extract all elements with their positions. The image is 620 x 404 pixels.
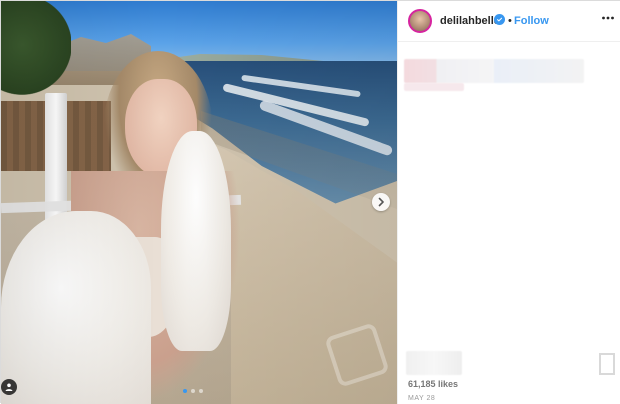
more-options-button[interactable]	[600, 10, 616, 26]
verified-badge	[494, 14, 505, 25]
save-button[interactable]	[599, 353, 615, 375]
blurred-caption	[404, 83, 464, 91]
follow-button[interactable]: Follow	[514, 15, 549, 27]
separator-bullet: •	[508, 15, 512, 27]
blurred-action-icons	[406, 351, 462, 375]
user-tag-button[interactable]	[1, 379, 17, 395]
post-modal: delilahbelle • Follow 61,185 likes MAY 2…	[0, 0, 620, 404]
post-header: delilahbelle • Follow	[398, 1, 620, 42]
carousel-dot	[199, 389, 203, 393]
post-photo	[1, 1, 397, 404]
username-link[interactable]: delilahbelle	[440, 15, 500, 27]
next-photo-button[interactable]	[372, 193, 390, 211]
avatar[interactable]	[408, 9, 432, 33]
likes-count[interactable]: 61,185 likes	[408, 379, 458, 389]
carousel-dot	[191, 389, 195, 393]
chevron-right-icon	[378, 197, 384, 207]
blurred-caption	[404, 59, 584, 83]
carousel-dot	[183, 389, 187, 393]
user-tag-icon	[5, 383, 13, 391]
post-date: MAY 28	[408, 395, 436, 402]
carousel-indicator	[183, 389, 203, 393]
post-sidebar: delilahbelle • Follow 61,185 likes MAY 2…	[397, 1, 620, 404]
verified-badge-icon	[497, 17, 503, 22]
more-options-icon	[602, 16, 614, 20]
